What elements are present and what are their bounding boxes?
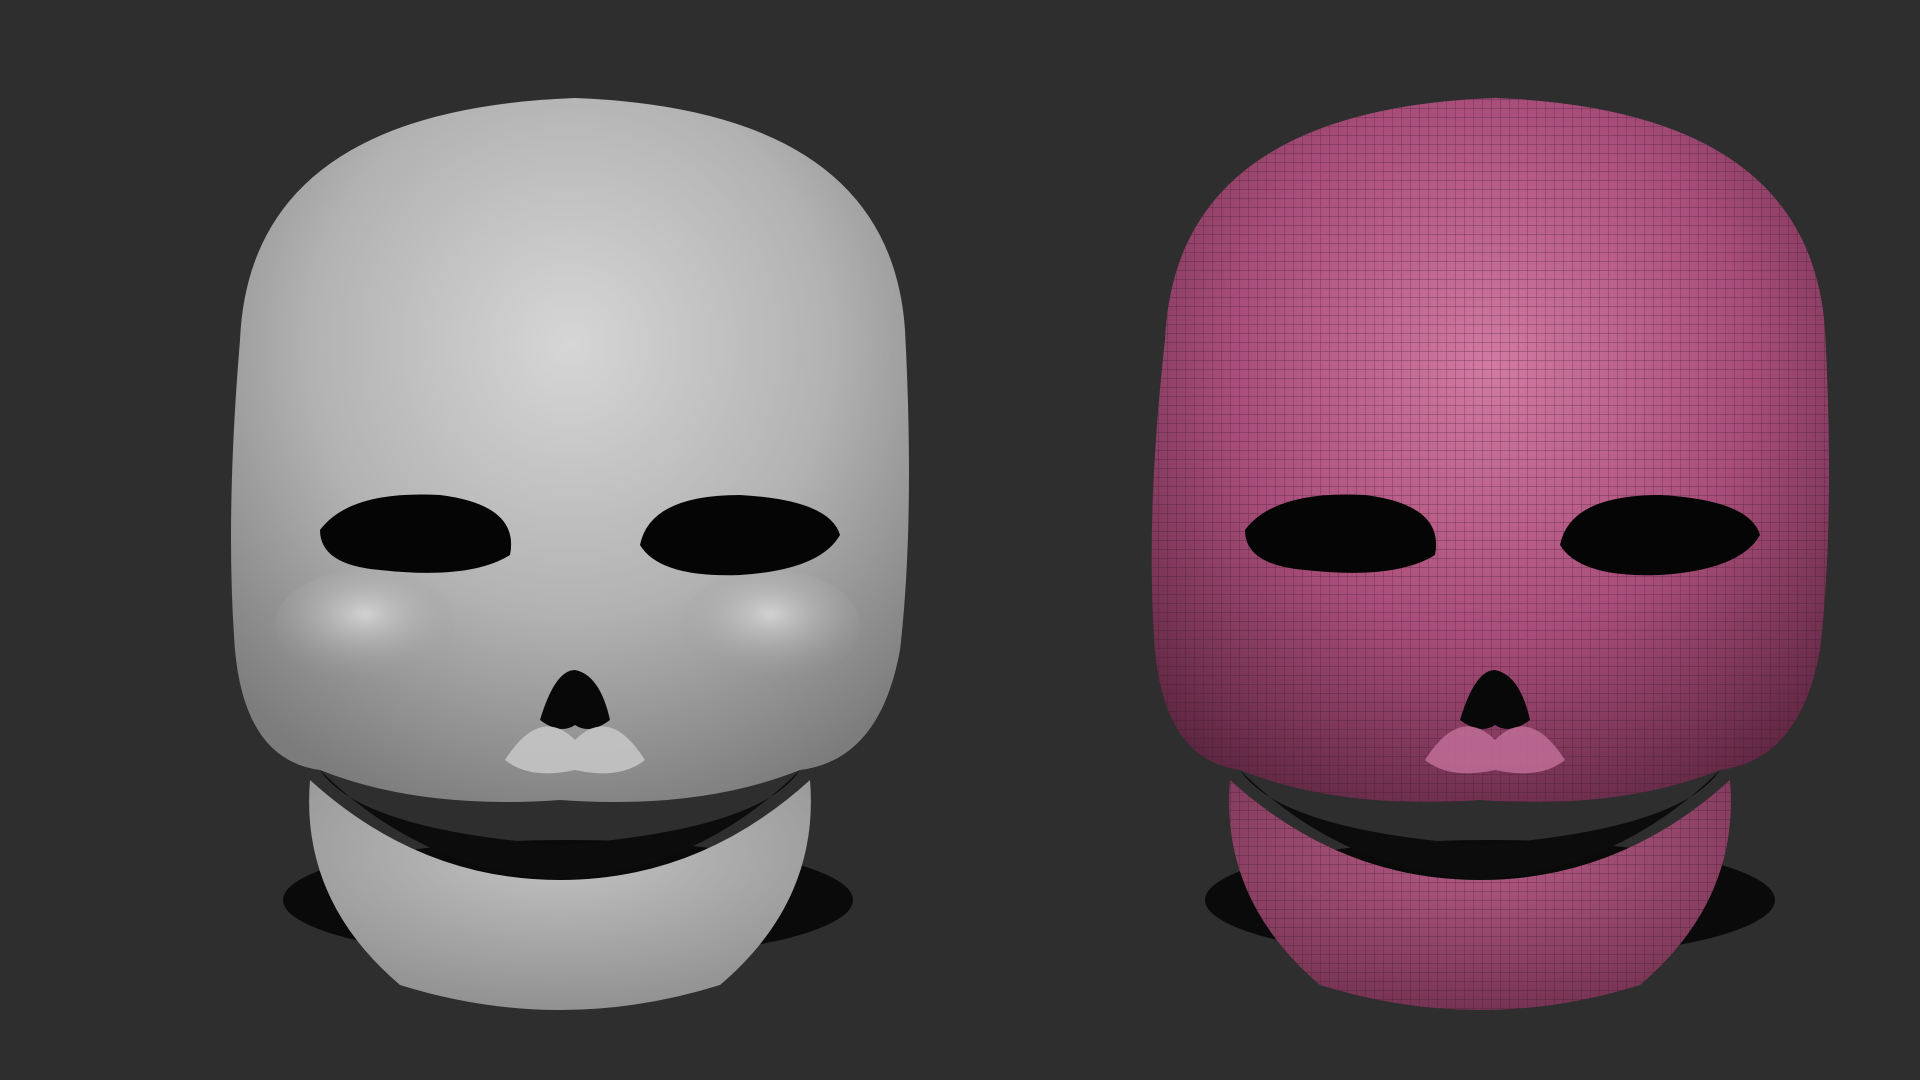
left-cheek <box>275 570 455 680</box>
skull-render-smooth[interactable] <box>0 0 960 1080</box>
viewport-canvas[interactable] <box>0 0 1920 1080</box>
skull-render-polyframe[interactable] <box>960 0 1920 1080</box>
right-cheek <box>680 570 860 680</box>
